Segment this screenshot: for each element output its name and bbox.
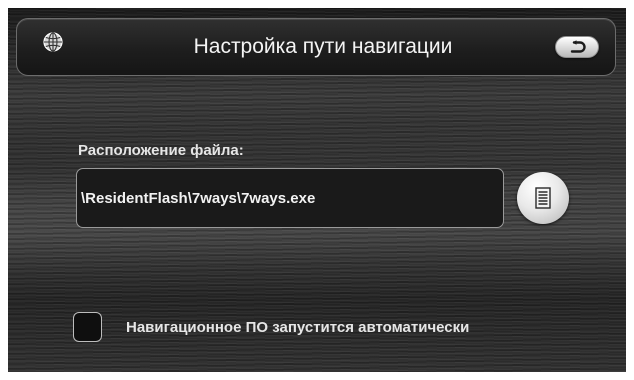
browse-file-button[interactable] [517,172,569,224]
file-location-label: Расположение файла: [78,142,244,159]
document-list-icon [535,187,551,209]
navigation-path-settings-screen: Настройка пути навигации Расположение фа… [8,8,626,372]
back-arrow-icon [570,40,586,53]
globe-icon [43,32,63,52]
autostart-checkbox[interactable] [73,312,102,342]
file-path-value: \ResidentFlash\7ways\7ways.exe [81,190,316,207]
autostart-label[interactable]: Навигационное ПО запустится автоматическ… [126,319,469,337]
globe-button[interactable] [42,31,64,53]
page-title: Настройка пути навигации [193,35,453,58]
back-button[interactable] [555,36,599,58]
file-path-field[interactable]: \ResidentFlash\7ways\7ways.exe [76,168,504,228]
